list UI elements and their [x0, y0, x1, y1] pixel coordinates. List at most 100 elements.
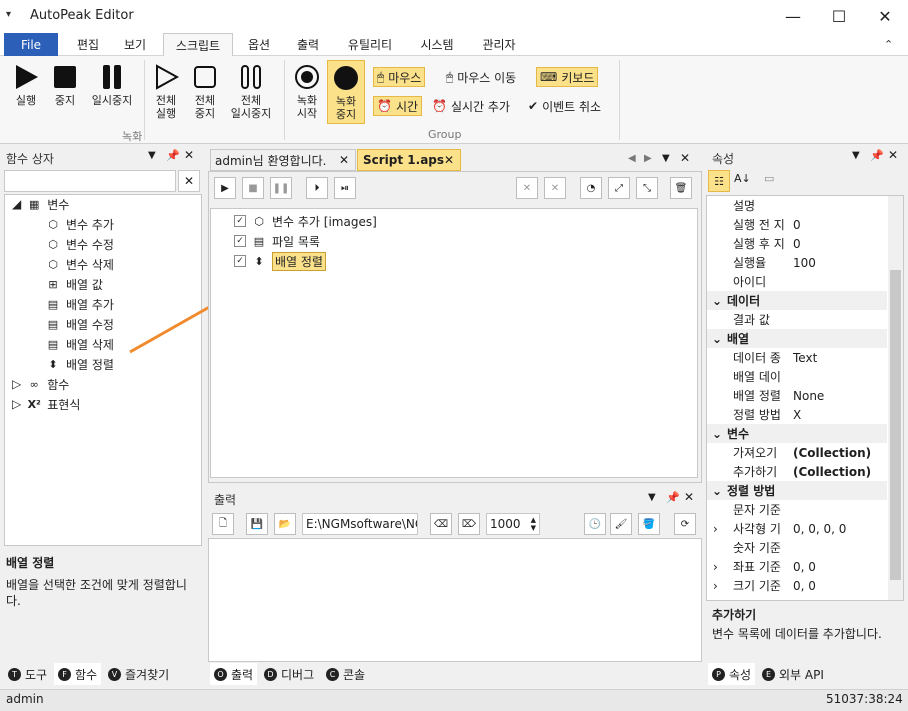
prop-row[interactable]: 배열 데이	[707, 367, 887, 386]
editor-close-icon[interactable]: ✕	[680, 151, 690, 165]
keyboard-toggle[interactable]: ⌨ 키보드	[536, 67, 599, 87]
script-item-file-list[interactable]: ✓ ▤ 파일 목록	[234, 231, 320, 251]
editor-stop-button[interactable]: ■	[242, 177, 264, 199]
tab-output-pane[interactable]: O 출력	[210, 663, 258, 685]
tab-script1[interactable]: Script 1.aps ✕	[357, 149, 461, 171]
tree-item-var-add[interactable]: ⬡ 변수 추가	[46, 214, 114, 234]
prop-row[interactable]: 추가하기 (Collection)	[707, 462, 887, 481]
run-button[interactable]: 실행	[8, 64, 44, 107]
maximize-button[interactable]: ☐	[816, 0, 862, 32]
checkbox[interactable]: ✓	[234, 215, 246, 227]
tab-options[interactable]: 옵션	[236, 33, 282, 56]
prop-row[interactable]: 설명	[707, 196, 887, 215]
tab-tools[interactable]: T 도구	[4, 663, 52, 685]
categorized-icon[interactable]: ☷	[708, 170, 730, 192]
prop-row[interactable]: › 좌표 기준 0, 0	[707, 557, 887, 576]
panel-dropdown-icon[interactable]: ▼	[148, 150, 156, 161]
editor-step-button[interactable]: ⏵	[306, 177, 328, 199]
prop-row[interactable]: 실행율 100	[707, 253, 887, 272]
prop-row[interactable]: › 크기 기준 0, 0	[707, 576, 887, 595]
tab-scroll-left-icon[interactable]: ◀	[628, 153, 636, 164]
script-item-array-sort[interactable]: ✓ ⬍ 배열 정렬	[234, 251, 326, 271]
expand-icon[interactable]: ▷	[12, 397, 21, 411]
prop-row[interactable]: 실행 전 지 0	[707, 215, 887, 234]
expand-icon[interactable]: ◢	[12, 197, 21, 211]
output-number-stepper[interactable]: 1000 ▲ ▼	[486, 513, 540, 535]
property-scrollbar[interactable]	[888, 196, 903, 600]
prop-category[interactable]: ⌄ 배열	[707, 329, 887, 348]
pause-all-button[interactable]: 전체 일시중지	[226, 64, 276, 120]
checkbox[interactable]: ✓	[234, 235, 246, 247]
panel-close-icon[interactable]: ✕	[184, 148, 194, 162]
tree-item-array-delete[interactable]: ▤ 배열 삭제	[46, 334, 114, 354]
record-stop-button[interactable]: 녹화 중지	[327, 60, 365, 124]
prop-row[interactable]: 실행 후 지 0	[707, 234, 887, 253]
function-search-input[interactable]	[4, 170, 176, 192]
prop-row[interactable]: 결과 값	[707, 310, 887, 329]
tab-properties[interactable]: P 속성	[708, 663, 756, 685]
new-log-icon[interactable]: 🗋	[212, 513, 234, 535]
output-path-input[interactable]: E:\NGMsoftware\NG	[302, 513, 418, 535]
expand-icon[interactable]: ▷	[12, 377, 21, 391]
tree-item-array-value[interactable]: ⊞ 배열 값	[46, 274, 103, 294]
tab-script[interactable]: 스크립트	[163, 33, 233, 57]
prop-row[interactable]: 문자 기준	[707, 500, 887, 519]
tab-console[interactable]: C 콘솔	[322, 663, 370, 685]
realtime-add-toggle[interactable]: ⏰ 실시간 추가	[429, 96, 513, 116]
tree-item-array-edit[interactable]: ▤ 배열 수정	[46, 314, 114, 334]
tree-item-var-edit[interactable]: ⬡ 변수 수정	[46, 234, 114, 254]
tab-favorites[interactable]: V 즐겨찾기	[104, 663, 174, 685]
tab-close-icon[interactable]: ✕	[339, 153, 349, 167]
expand-icon[interactable]: ›	[713, 579, 718, 593]
editor-reset-button[interactable]: ◔	[580, 177, 602, 199]
tab-scroll-right-icon[interactable]: ▶	[644, 153, 652, 164]
tree-item-expression[interactable]: ▷ X² 표현식	[12, 394, 80, 414]
record-start-button[interactable]: 녹화 시작	[290, 64, 324, 120]
prop-row[interactable]: 데이터 종 Text	[707, 348, 887, 367]
prop-row[interactable]: 숫자 기준	[707, 538, 887, 557]
tree-item-var-delete[interactable]: ⬡ 변수 삭제	[46, 254, 114, 274]
time-toggle[interactable]: ⏰ 시간	[373, 96, 423, 116]
tab-close-icon[interactable]: ✕	[444, 153, 454, 167]
tab-edit[interactable]: 편집	[62, 33, 114, 56]
prop-category[interactable]: ⌄ 정렬 방법	[707, 481, 887, 500]
prop-row[interactable]: 배열 정렬 None	[707, 386, 887, 405]
prop-row[interactable]: 가져오기 (Collection)	[707, 443, 887, 462]
expand-icon[interactable]: ›	[713, 522, 718, 536]
panel-close-icon[interactable]: ✕	[888, 148, 898, 162]
panel-close-icon[interactable]: ✕	[684, 490, 694, 504]
fill-icon[interactable]: 🪣	[638, 513, 660, 535]
stepper-arrows-icon[interactable]: ▲ ▼	[531, 516, 536, 532]
window-menu-icon[interactable]: ▾	[6, 9, 11, 20]
script-item-var-add[interactable]: ✓ ⬡ 변수 추가 [images]	[234, 211, 377, 231]
pin-icon[interactable]: 📌	[870, 149, 884, 162]
pause-button[interactable]: 일시중지	[86, 64, 138, 107]
save-icon[interactable]: 💾	[246, 513, 268, 535]
prop-category[interactable]: ⌄ 변수	[707, 424, 887, 443]
close-button[interactable]: ✕	[862, 0, 908, 32]
expand-icon[interactable]: ›	[713, 560, 718, 574]
tab-system[interactable]: 시스템	[408, 33, 466, 56]
tab-external-api[interactable]: E 외부 API	[758, 663, 828, 685]
editor-pause-button[interactable]: ❚❚	[270, 177, 292, 199]
tree-item-variable[interactable]: ◢ ▦ 변수	[12, 194, 69, 214]
eraser-icon[interactable]: ⌦	[458, 513, 480, 535]
collapse-icon[interactable]: ⌄	[707, 332, 727, 346]
tab-view[interactable]: 보기	[112, 33, 158, 56]
collapse-all-icon[interactable]: ⤡	[636, 177, 658, 199]
pin-icon[interactable]: 📌	[666, 491, 680, 504]
scrollbar-thumb[interactable]	[890, 270, 901, 580]
tree-item-function[interactable]: ▷ ∞ 함수	[12, 374, 69, 394]
panel-dropdown-icon[interactable]: ▼	[648, 492, 656, 503]
tree-item-array-add[interactable]: ▤ 배열 추가	[46, 294, 114, 314]
editor-step-into-button[interactable]: ⏯	[334, 177, 356, 199]
expand-all-icon[interactable]: ⤢	[608, 177, 630, 199]
tab-list-icon[interactable]: ▼	[662, 153, 670, 164]
clock-icon[interactable]: 🕒	[584, 513, 606, 535]
prop-row[interactable]: › 사각형 기 0, 0, 0, 0	[707, 519, 887, 538]
collapse-icon[interactable]: ⌄	[707, 427, 727, 441]
run-all-button[interactable]: 전체 실행	[148, 64, 184, 120]
collapse-icon[interactable]: ⌄	[707, 484, 727, 498]
tree-item-array-sort[interactable]: ⬍ 배열 정렬	[46, 354, 114, 374]
mouse-move-toggle[interactable]: 🖱 마우스 이동	[443, 67, 519, 87]
